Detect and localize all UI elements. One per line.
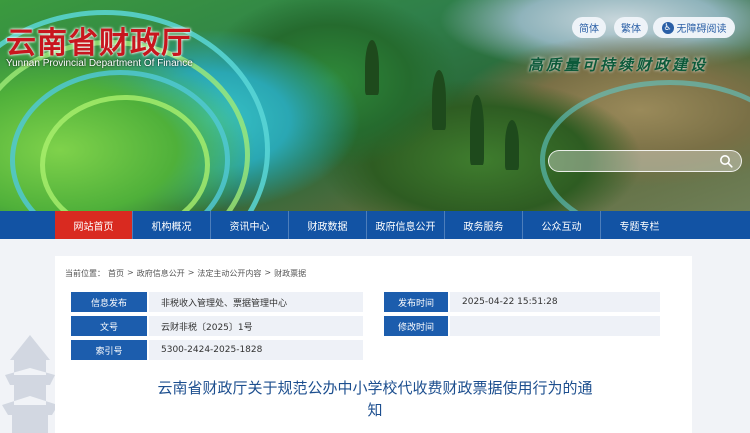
tree-decoration [365,40,379,95]
search-input[interactable] [559,153,709,169]
nav-item-finance-data[interactable]: 财政数据 [289,211,366,239]
article-title-line: 知 [367,401,383,419]
breadcrumb-info-disclosure-link[interactable]: 政府信息公开 [137,268,185,279]
breadcrumb-separator: > [127,268,134,277]
breadcrumb-home-link[interactable]: 首页 [108,268,124,279]
site-logo-english: Yunnan Provincial Department Of Finance [6,58,193,69]
publisher-value: 非税收入管理处、票据管理中心 [149,292,363,312]
modtime-label: 修改时间 [384,316,448,336]
article-panel: 当前位置： 首页 > 政府信息公开 > 法定主动公开内容 > 财政票据 信息发布… [55,256,692,433]
article-title: 云南省财政厅关于规范公办中小学校代收费财政票据使用行为的通 知 [120,377,630,421]
nav-item-home[interactable]: 网站首页 [55,211,132,239]
docno-value: 云财非税〔2025〕1号 [149,316,363,336]
breadcrumb-prefix: 当前位置： [65,269,105,278]
index-label: 索引号 [71,340,147,360]
publisher-label: 信息发布 [71,292,147,312]
accessibility-label: 无障碍阅读 [676,24,727,35]
site-logo-text[interactable]: 云南省财政厅 [6,18,192,62]
nav-item-info-disclosure[interactable]: 政府信息公开 [367,211,444,239]
wheelchair-icon: ♿ [661,21,674,34]
search-icon[interactable] [719,154,733,168]
main-nav: 网站首页 机构概况 资讯中心 财政数据 政府信息公开 政务服务 公众互动 专题专… [0,211,750,239]
accessibility-button[interactable]: ♿ 无障碍阅读 [653,17,735,38]
pubtime-label: 发布时间 [384,292,448,312]
pubtime-value: 2025-04-22 15:51:28 [450,292,660,312]
index-value: 5300-2424-2025-1828 [149,340,363,360]
breadcrumb-statutory-link[interactable]: 法定主动公开内容 [197,268,261,279]
breadcrumb-separator: > [187,268,195,277]
search-box[interactable] [548,150,742,172]
nav-item-services[interactable]: 政务服务 [445,211,522,239]
header-banner: 云南省财政厅 Yunnan Provincial Department Of F… [0,0,750,211]
nav-item-news[interactable]: 资讯中心 [211,211,288,239]
nav-item-organization[interactable]: 机构概况 [133,211,210,239]
tree-decoration [432,70,446,130]
nav-item-topics[interactable]: 专题专栏 [601,211,678,239]
article-title-line: 云南省财政厅关于规范公办中小学校代收费财政票据使用行为的通 [157,379,593,397]
modtime-value [450,316,660,336]
traditional-chinese-button[interactable]: 繁体 [614,17,648,38]
tree-decoration [505,120,519,170]
breadcrumb: 当前位置： 首页 > 政府信息公开 > 法定主动公开内容 > 财政票据 [65,268,306,279]
simplified-chinese-button[interactable]: 简体 [572,17,606,38]
tree-decoration [470,95,484,165]
slogan-text: 高质量可持续财政建设 [528,56,709,74]
breadcrumb-separator: > [264,268,272,277]
pagoda-watermark-icon [2,335,58,433]
docno-label: 文号 [71,316,147,336]
breadcrumb-fiscal-bills-link[interactable]: 财政票据 [274,268,306,279]
terrace-decoration [540,80,750,211]
nav-item-interaction[interactable]: 公众互动 [523,211,600,239]
